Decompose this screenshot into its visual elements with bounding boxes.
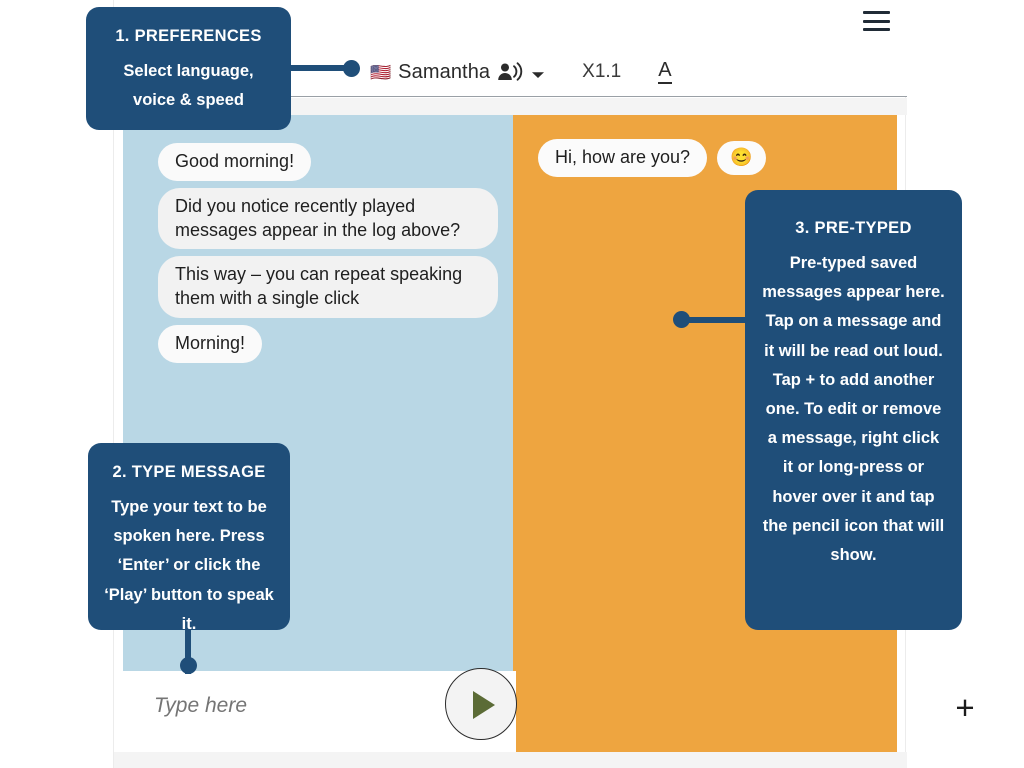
list-item[interactable]: Morning! (158, 324, 263, 363)
add-message-button[interactable]: + (939, 681, 991, 733)
callout-title: 3. PRE-TYPED (795, 219, 912, 237)
callout-connector-dot (180, 657, 197, 674)
voice-name-label: Samantha (398, 60, 491, 83)
play-icon (473, 691, 495, 719)
hamburger-line (863, 11, 890, 14)
speech-speed-button[interactable]: X1.1 (582, 61, 621, 83)
callout-pre-typed: 3. PRE-TYPED Pre-typed saved messages ap… (745, 190, 962, 630)
hamburger-menu-icon[interactable] (863, 11, 890, 31)
language-flag-icon: 🇺🇸 (370, 62, 392, 82)
hamburger-line (863, 19, 890, 23)
message-input[interactable] (152, 693, 412, 719)
callout-preferences: 1. PREFERENCES Select language, voice & … (86, 7, 291, 130)
list-item[interactable]: Did you notice recently played messages … (158, 187, 498, 250)
emoji-message-item[interactable]: 😊 (717, 141, 766, 175)
callout-body: Select language, voice & speed (123, 62, 254, 110)
play-button[interactable] (445, 668, 517, 740)
list-item[interactable]: Good morning! (158, 143, 312, 181)
composer-bar (123, 668, 517, 752)
callout-connector-dot (343, 60, 360, 77)
pre-typed-list: Hi, how are you? 😊 (538, 139, 766, 177)
callout-connector-line (686, 317, 748, 323)
hamburger-line (863, 28, 890, 31)
screenshot-root: 🇺🇸 Samantha X1.1 A Good morning! Did you… (0, 0, 1024, 768)
callout-title: 1. PREFERENCES (115, 27, 262, 45)
callout-title: 2. TYPE MESSAGE (112, 463, 266, 481)
voice-selector[interactable]: 🇺🇸 Samantha (370, 61, 545, 84)
list-item[interactable]: This way – you can repeat speaking them … (158, 256, 498, 318)
callout-connector-dot (673, 311, 690, 328)
callout-body: Pre-typed saved messages appear here. Ta… (762, 254, 945, 565)
preferences-row: 🇺🇸 Samantha X1.1 A (370, 55, 672, 89)
list-item[interactable]: Hi, how are you? (538, 139, 708, 177)
callout-type-message: 2. TYPE MESSAGE Type your text to be spo… (88, 443, 290, 633)
callout-body: Type your text to be spoken here. Press … (104, 498, 274, 633)
chevron-down-icon[interactable] (531, 67, 545, 78)
font-size-icon[interactable]: A (658, 60, 672, 84)
person-speaking-icon (497, 62, 523, 82)
message-list: Good morning! Did you notice recently pl… (158, 143, 508, 370)
bottom-strip (114, 752, 907, 768)
